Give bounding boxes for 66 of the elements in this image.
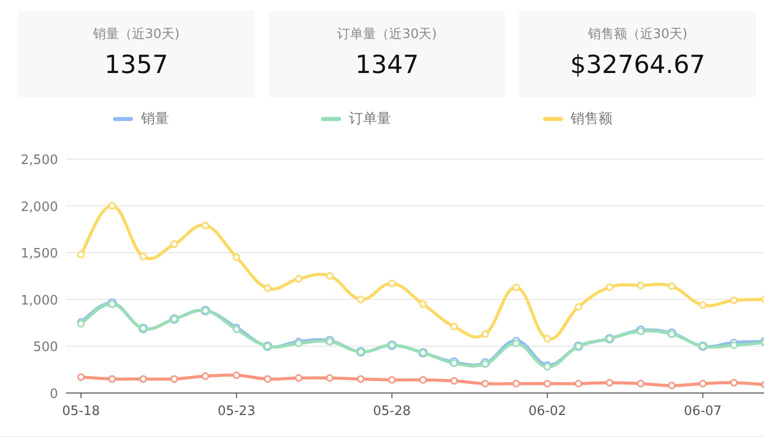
data-point [170,375,178,383]
legend-label: 订单量 [349,110,392,128]
data-point [606,378,614,386]
data-point [202,372,210,380]
data-point [668,282,676,290]
data-point [264,284,272,292]
data-point [574,303,582,311]
data-point [77,373,85,381]
data-point [326,374,334,382]
y-tick-label: 1,000 [20,293,58,308]
x-tick-label: 05-28 [373,404,411,419]
x-tick-label: 05-23 [218,404,256,419]
data-point [77,250,85,258]
y-tick-label: 0 [50,387,58,402]
stat-value: 1347 [355,50,419,79]
data-point [636,380,644,388]
data-point [139,375,147,383]
x-tick-label: 06-02 [528,404,566,419]
data-point [636,282,644,290]
data-point [606,283,614,291]
stat-value: 1357 [104,50,168,79]
data-point [450,377,458,385]
x-tick-label: 06-07 [684,404,722,419]
data-point [481,380,489,388]
data-point [730,378,738,386]
data-point [108,375,116,383]
x-tick-label: 05-18 [62,404,100,419]
data-point [170,240,178,248]
data-point [668,382,676,390]
data-point [419,300,427,308]
data-point [108,202,116,210]
stat-value: $32764.67 [570,50,706,79]
y-tick-label: 2,500 [20,153,58,168]
y-tick-label: 1,500 [20,246,58,262]
data-point [232,254,240,262]
data-point [357,296,365,304]
data-point [730,296,738,304]
stat-label: 订单量（近30天) [337,26,437,43]
data-point [450,322,458,330]
data-point [699,301,707,309]
data-point [294,374,302,382]
data-point [357,375,365,383]
data-point [761,296,764,304]
data-point [574,380,582,388]
data-point [544,380,552,388]
data-point [388,376,396,384]
data-point [481,330,489,338]
data-point [761,380,764,388]
legend-label: 销量 [141,110,169,128]
y-tick-label: 500 [33,340,58,356]
data-point [544,334,552,342]
data-point [139,252,147,260]
data-point [232,371,240,379]
y-tick-label: 2,000 [20,200,58,215]
data-point [264,375,272,383]
legend-label: 销售额 [570,110,613,128]
data-point [326,272,334,280]
data-point [512,283,520,291]
data-point [294,275,302,283]
stat-label: 销量（近30天) [93,26,180,43]
data-point [202,222,210,230]
data-point [419,376,427,384]
data-point [699,380,707,388]
stat-label: 销售额（近30天) [588,26,688,43]
data-point [512,380,520,388]
data-point [388,280,396,288]
